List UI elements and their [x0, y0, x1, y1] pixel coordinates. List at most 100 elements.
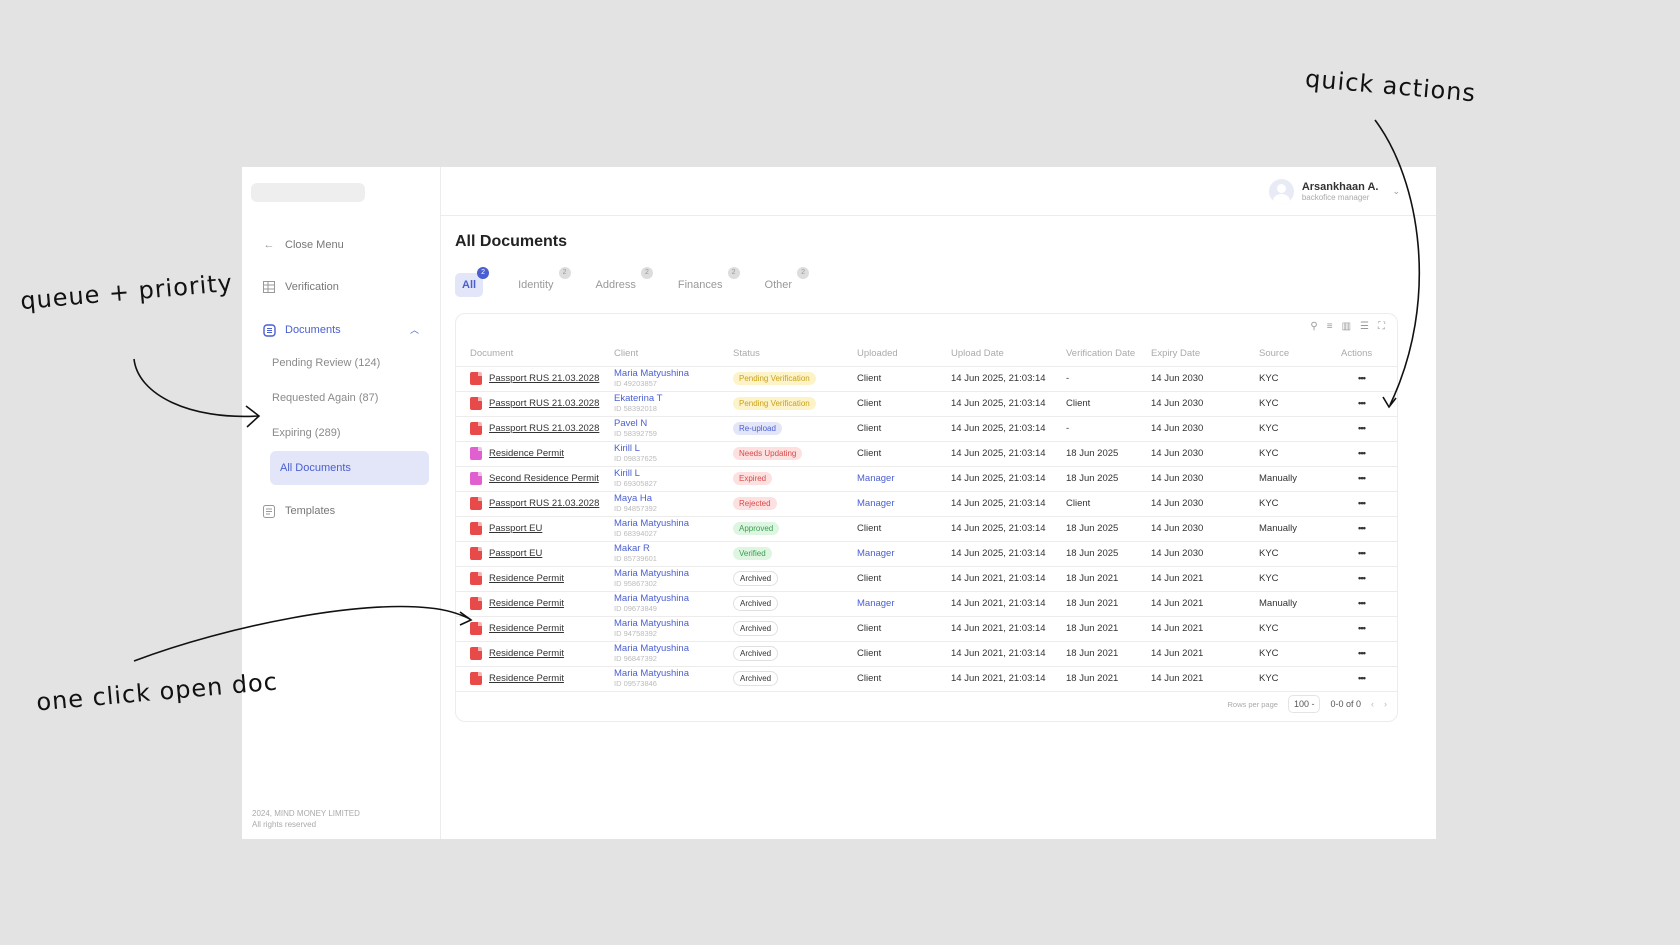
sidebar-item-requested-again[interactable]: Requested Again (87) — [272, 392, 378, 404]
pdf-file-icon[interactable] — [470, 647, 482, 660]
more-actions-icon[interactable]: ••• — [1329, 673, 1366, 684]
client-link[interactable]: Maria Matyushina — [614, 644, 733, 654]
client-link[interactable]: Maria Matyushina — [614, 519, 733, 529]
jpg-file-icon[interactable] — [470, 447, 482, 460]
jpg-file-icon[interactable] — [470, 472, 482, 485]
document-link[interactable]: Residence Permit — [489, 648, 564, 659]
pdf-file-icon[interactable] — [470, 672, 482, 685]
table-row: Second Residence Permit Kirill L ID 693058… — [456, 466, 1397, 492]
column-header-expiry-date[interactable]: Expiry Date — [1151, 342, 1259, 367]
user-menu[interactable]: Arsankhaan A. backofice manager ⌄ — [1268, 179, 1400, 204]
tab-count-badge: 2 — [727, 267, 740, 279]
more-actions-icon[interactable]: ••• — [1329, 473, 1366, 484]
more-actions-icon[interactable]: ••• — [1329, 573, 1366, 584]
more-actions-icon[interactable]: ••• — [1329, 498, 1366, 509]
filter-icon[interactable]: ≡ — [1327, 321, 1333, 332]
column-header-status[interactable]: Status — [733, 342, 857, 367]
table-row: Passport RUS 21.03.2028 Maya Ha ID 9485739… — [456, 491, 1397, 517]
sidebar-item-expiring[interactable]: Expiring (289) — [272, 427, 340, 439]
client-link[interactable]: Kirill L — [614, 444, 733, 454]
sidebar-item-all-documents[interactable]: All Documents — [270, 451, 429, 485]
tab-other[interactable]: Other 2 — [758, 267, 810, 297]
more-actions-icon[interactable]: ••• — [1329, 598, 1366, 609]
column-header-actions[interactable]: Actions — [1329, 342, 1397, 367]
document-link[interactable]: Second Residence Permit — [489, 473, 599, 484]
document-link[interactable]: Residence Permit — [489, 598, 564, 609]
column-header-client[interactable]: Client — [614, 342, 733, 367]
document-link[interactable]: Passport EU — [489, 548, 542, 559]
chevron-up-icon[interactable]: ︿ — [410, 323, 419, 336]
actions-cell: ••• — [1329, 616, 1397, 642]
client-link[interactable]: Ekaterina T — [614, 394, 733, 404]
close-menu-button[interactable]: ← Close Menu — [242, 238, 344, 252]
expiry-date: 14 Jun 2030 — [1151, 416, 1259, 442]
more-actions-icon[interactable]: ••• — [1329, 398, 1366, 409]
client-link[interactable]: Maria Matyushina — [614, 369, 733, 379]
upload-date: 14 Jun 2021, 21:03:14 — [951, 566, 1066, 592]
sidebar-item-pending-review[interactable]: Pending Review (124) — [272, 357, 380, 369]
pdf-file-icon[interactable] — [470, 547, 482, 560]
document-link[interactable]: Passport RUS 21.03.2028 — [489, 498, 599, 509]
document-link[interactable]: Passport RUS 21.03.2028 — [489, 423, 599, 434]
source: Manually — [1259, 516, 1329, 542]
client-link[interactable]: Maria Matyushina — [614, 619, 733, 629]
pdf-file-icon[interactable] — [470, 497, 482, 510]
client-link[interactable]: Maria Matyushina — [614, 669, 733, 679]
tab-identity[interactable]: Identity 2 — [511, 267, 571, 297]
column-header-upload-date[interactable]: Upload Date — [951, 342, 1066, 367]
client-cell: Maria Matyushina ID 09673849 — [614, 591, 733, 617]
column-header-uploaded[interactable]: Uploaded — [857, 342, 951, 367]
avatar — [1268, 179, 1294, 204]
uploaded-by: Client — [857, 641, 951, 667]
more-actions-icon[interactable]: ••• — [1329, 648, 1366, 659]
tab-address[interactable]: Address 2 — [589, 267, 653, 297]
column-header-document[interactable]: Document — [456, 342, 614, 367]
expiry-date: 14 Jun 2021 — [1151, 566, 1259, 592]
pdf-file-icon[interactable] — [470, 397, 482, 410]
client-link[interactable]: Maya Ha — [614, 494, 733, 504]
fullscreen-icon[interactable]: ⛶ — [1378, 321, 1385, 332]
chevron-down-icon[interactable]: ⌄ — [1392, 186, 1400, 197]
prev-page-button[interactable]: ‹ — [1371, 699, 1374, 709]
pdf-file-icon[interactable] — [470, 572, 482, 585]
columns-icon[interactable]: ▥ — [1342, 321, 1351, 332]
document-link[interactable]: Passport EU — [489, 523, 542, 534]
document-link[interactable]: Residence Permit — [489, 673, 564, 684]
document-link[interactable]: Residence Permit — [489, 623, 564, 634]
client-link[interactable]: Maria Matyushina — [614, 569, 733, 579]
column-header-source[interactable]: Source — [1259, 342, 1329, 367]
document-link[interactable]: Residence Permit — [489, 573, 564, 584]
more-actions-icon[interactable]: ••• — [1329, 548, 1366, 559]
next-page-button[interactable]: › — [1384, 699, 1387, 709]
column-header-verification-date[interactable]: Verification Date — [1066, 342, 1151, 367]
verification-date: - — [1066, 366, 1151, 392]
arrow-queue — [133, 358, 259, 418]
pdf-file-icon[interactable] — [470, 422, 482, 435]
more-actions-icon[interactable]: ••• — [1329, 623, 1366, 634]
document-link[interactable]: Passport RUS 21.03.2028 — [489, 373, 599, 384]
sidebar-item-templates[interactable]: Templates — [242, 504, 335, 518]
pdf-file-icon[interactable] — [470, 372, 482, 385]
more-actions-icon[interactable]: ••• — [1329, 523, 1366, 534]
density-icon[interactable]: ☰ — [1360, 321, 1369, 332]
more-actions-icon[interactable]: ••• — [1329, 448, 1366, 459]
expiry-date: 14 Jun 2021 — [1151, 591, 1259, 617]
pdf-file-icon[interactable] — [470, 522, 482, 535]
verification-date: 18 Jun 2021 — [1066, 666, 1151, 692]
document-link[interactable]: Passport RUS 21.03.2028 — [489, 398, 599, 409]
tab-all[interactable]: All 2 — [455, 267, 490, 297]
client-link[interactable]: Kirill L — [614, 469, 733, 479]
client-link[interactable]: Pavel N — [614, 419, 733, 429]
rows-per-page-select[interactable]: 100 - — [1287, 695, 1321, 713]
tab-finances[interactable]: Finances 2 — [671, 267, 740, 297]
search-icon[interactable]: ⚲ — [1310, 321, 1317, 332]
client-link[interactable]: Makar R — [614, 544, 733, 554]
sidebar-item-verification[interactable]: Verification — [242, 280, 339, 294]
client-link[interactable]: Maria Matyushina — [614, 594, 733, 604]
sidebar-item-documents[interactable]: Documents — [242, 323, 341, 337]
more-actions-icon[interactable]: ••• — [1329, 423, 1366, 434]
document-link[interactable]: Residence Permit — [489, 448, 564, 459]
pdf-file-icon[interactable] — [470, 597, 482, 610]
more-actions-icon[interactable]: ••• — [1329, 373, 1366, 384]
pdf-file-icon[interactable] — [470, 622, 482, 635]
